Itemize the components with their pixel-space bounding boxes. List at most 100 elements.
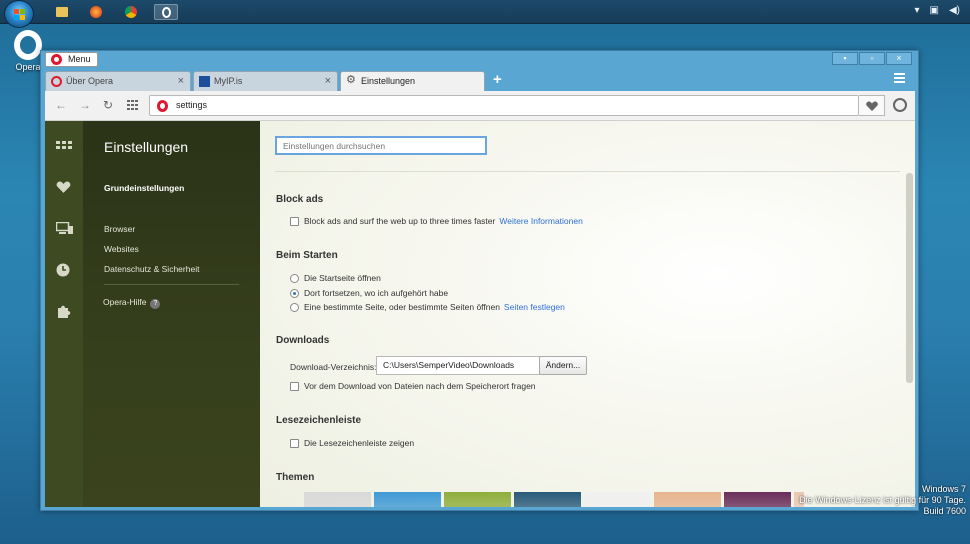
theme-thumbnails bbox=[304, 492, 804, 507]
extensions-puzzle-icon[interactable] bbox=[56, 304, 72, 318]
watermark-line: Windows 7 bbox=[921, 484, 966, 494]
block-ads-row: Block ads and surf the web up to three t… bbox=[290, 216, 583, 226]
system-tray: ▾ ▣ ◀) bbox=[914, 5, 960, 16]
settings-main: Block ads Block ads and surf the web up … bbox=[260, 121, 915, 507]
startup-option-bestimmte-seite: Eine bestimmte Seite, oder bestimmte Sei… bbox=[290, 302, 565, 312]
windows-flag-icon bbox=[14, 9, 25, 20]
watermark-line: Build 7600 bbox=[923, 506, 966, 516]
watermark-line: Die Windows-Lizenz ist gültig für 90 Tag… bbox=[799, 495, 966, 505]
start-button[interactable] bbox=[4, 0, 34, 28]
tab-strip: Über Opera × MyIP.is × ⚙ Einstellungen + bbox=[45, 69, 915, 91]
back-button[interactable]: ← bbox=[55, 99, 67, 111]
startup-option-startseite: Die Startseite öffnen bbox=[290, 273, 381, 283]
nav-item-opera-hilfe[interactable]: Opera-Hilfe? bbox=[103, 297, 161, 309]
opera-tab-icon bbox=[51, 76, 62, 87]
tab-myip[interactable]: MyIP.is × bbox=[193, 71, 338, 91]
chrome-icon bbox=[125, 6, 137, 18]
minimize-button[interactable]: ▪ bbox=[832, 52, 858, 65]
theme-thumb[interactable] bbox=[304, 492, 371, 507]
section-themen: Themen bbox=[276, 472, 315, 483]
help-question-icon: ? bbox=[150, 299, 161, 309]
volume-icon[interactable]: ◀) bbox=[949, 5, 960, 16]
tab-menu-icon[interactable] bbox=[894, 73, 905, 83]
help-label: Opera-Hilfe bbox=[103, 297, 147, 307]
startup-radio-startseite[interactable] bbox=[290, 273, 299, 283]
maximize-button[interactable]: ▫ bbox=[859, 52, 885, 65]
taskbar-opera[interactable] bbox=[154, 4, 178, 20]
opera-icon bbox=[161, 6, 171, 18]
taskbar-chrome[interactable] bbox=[119, 4, 143, 20]
account-icon[interactable] bbox=[893, 98, 907, 112]
folder-icon bbox=[56, 7, 68, 17]
speed-dial-grid-icon[interactable] bbox=[127, 100, 138, 112]
gear-icon: ⚙ bbox=[346, 74, 356, 86]
speed-dial-icon[interactable] bbox=[56, 141, 72, 155]
reload-button[interactable]: ↻ bbox=[103, 99, 113, 111]
new-tab-button[interactable]: + bbox=[493, 71, 502, 89]
network-icon[interactable]: ▣ bbox=[930, 5, 939, 16]
settings-search-input[interactable] bbox=[275, 136, 487, 155]
page-scrollbar[interactable] bbox=[906, 173, 913, 383]
tab-label: Über Opera bbox=[66, 76, 114, 86]
sidebar-icon-bar bbox=[45, 121, 83, 507]
startup-radio-bestimmte-seite[interactable] bbox=[290, 302, 299, 312]
radio-label: Die Startseite öffnen bbox=[304, 273, 381, 283]
address-text: settings bbox=[176, 100, 208, 110]
radio-label: Dort fortsetzen, wo ich aufgehört habe bbox=[304, 288, 449, 298]
download-dir-field[interactable]: C:\Users\SemperVideo\Downloads bbox=[376, 356, 540, 375]
browser-window: Menu ▪ ▫ × Über Opera × MyIP.is × ⚙ Eins… bbox=[40, 50, 919, 511]
show-bookmarks-bar-checkbox[interactable] bbox=[290, 438, 299, 448]
tab-einstellungen[interactable]: ⚙ Einstellungen bbox=[340, 71, 485, 91]
section-downloads: Downloads bbox=[276, 335, 330, 346]
theme-thumb[interactable] bbox=[444, 492, 511, 507]
tab-label: MyIP.is bbox=[214, 76, 243, 86]
startup-radio-fortsetzen[interactable] bbox=[290, 288, 299, 298]
theme-thumb[interactable] bbox=[584, 492, 651, 507]
settings-nav: Einstellungen Grundeinstellungen Browser… bbox=[83, 121, 260, 507]
startup-option-fortsetzen: Dort fortsetzen, wo ich aufgehört habe bbox=[290, 288, 448, 298]
tab-close-button[interactable]: × bbox=[178, 72, 184, 91]
show-bookmarks-bar-row: Die Lesezeichenleiste zeigen bbox=[290, 438, 414, 448]
theme-thumb[interactable] bbox=[374, 492, 441, 507]
radio-label: Eine bestimmte Seite, oder bestimmte Sei… bbox=[304, 302, 500, 312]
ask-download-location-checkbox[interactable] bbox=[290, 381, 299, 391]
nav-divider bbox=[104, 284, 239, 285]
theme-thumb[interactable] bbox=[654, 492, 721, 507]
myip-favicon-icon bbox=[199, 76, 210, 87]
change-download-dir-button[interactable]: Ändern... bbox=[539, 356, 587, 375]
nav-item-browser[interactable]: Browser bbox=[104, 224, 135, 234]
tab-ueber-opera[interactable]: Über Opera × bbox=[45, 71, 191, 91]
bookmark-heart-button[interactable] bbox=[859, 95, 885, 116]
tab-close-button[interactable]: × bbox=[325, 72, 331, 91]
taskbar-firefox[interactable] bbox=[84, 4, 108, 20]
section-lesezeichenleiste: Lesezeichenleiste bbox=[276, 415, 362, 426]
forward-button[interactable]: → bbox=[79, 99, 91, 111]
theme-thumb[interactable] bbox=[724, 492, 791, 507]
nav-item-grundeinstellungen[interactable]: Grundeinstellungen bbox=[104, 183, 184, 193]
bookmarks-heart-icon[interactable] bbox=[56, 181, 72, 195]
tab-label: Einstellungen bbox=[361, 76, 416, 86]
firefox-icon bbox=[90, 6, 102, 18]
close-window-button[interactable]: × bbox=[886, 52, 912, 65]
menu-label: Menu bbox=[68, 54, 91, 64]
theme-thumb[interactable] bbox=[514, 492, 581, 507]
devices-icon[interactable] bbox=[55, 221, 73, 236]
opera-menu-button[interactable]: Menu bbox=[45, 52, 98, 67]
heart-icon bbox=[866, 101, 878, 111]
tray-arrow-icon[interactable]: ▾ bbox=[914, 5, 919, 16]
taskbar: ▾ ▣ ◀) bbox=[0, 0, 970, 28]
ask-download-location-row: Vor dem Download von Dateien nach dem Sp… bbox=[290, 381, 536, 391]
taskbar-explorer[interactable] bbox=[50, 4, 74, 20]
nav-item-datenschutz[interactable]: Datenschutz & Sicherheit bbox=[104, 264, 199, 274]
seiten-festlegen-link[interactable]: Seiten festlegen bbox=[504, 302, 565, 312]
block-ads-checkbox[interactable] bbox=[290, 216, 299, 226]
download-dir-label: Download-Verzeichnis: bbox=[290, 362, 377, 372]
page-content: Einstellungen Grundeinstellungen Browser… bbox=[45, 121, 915, 507]
nav-item-websites[interactable]: Websites bbox=[104, 244, 139, 254]
weitere-informationen-link[interactable]: Weitere Informationen bbox=[499, 216, 582, 226]
opera-logo-icon bbox=[157, 100, 168, 112]
section-beim-starten: Beim Starten bbox=[276, 250, 338, 261]
window-controls: ▪ ▫ × bbox=[832, 52, 912, 65]
address-bar[interactable]: settings bbox=[149, 95, 859, 116]
history-clock-icon[interactable] bbox=[56, 263, 72, 277]
